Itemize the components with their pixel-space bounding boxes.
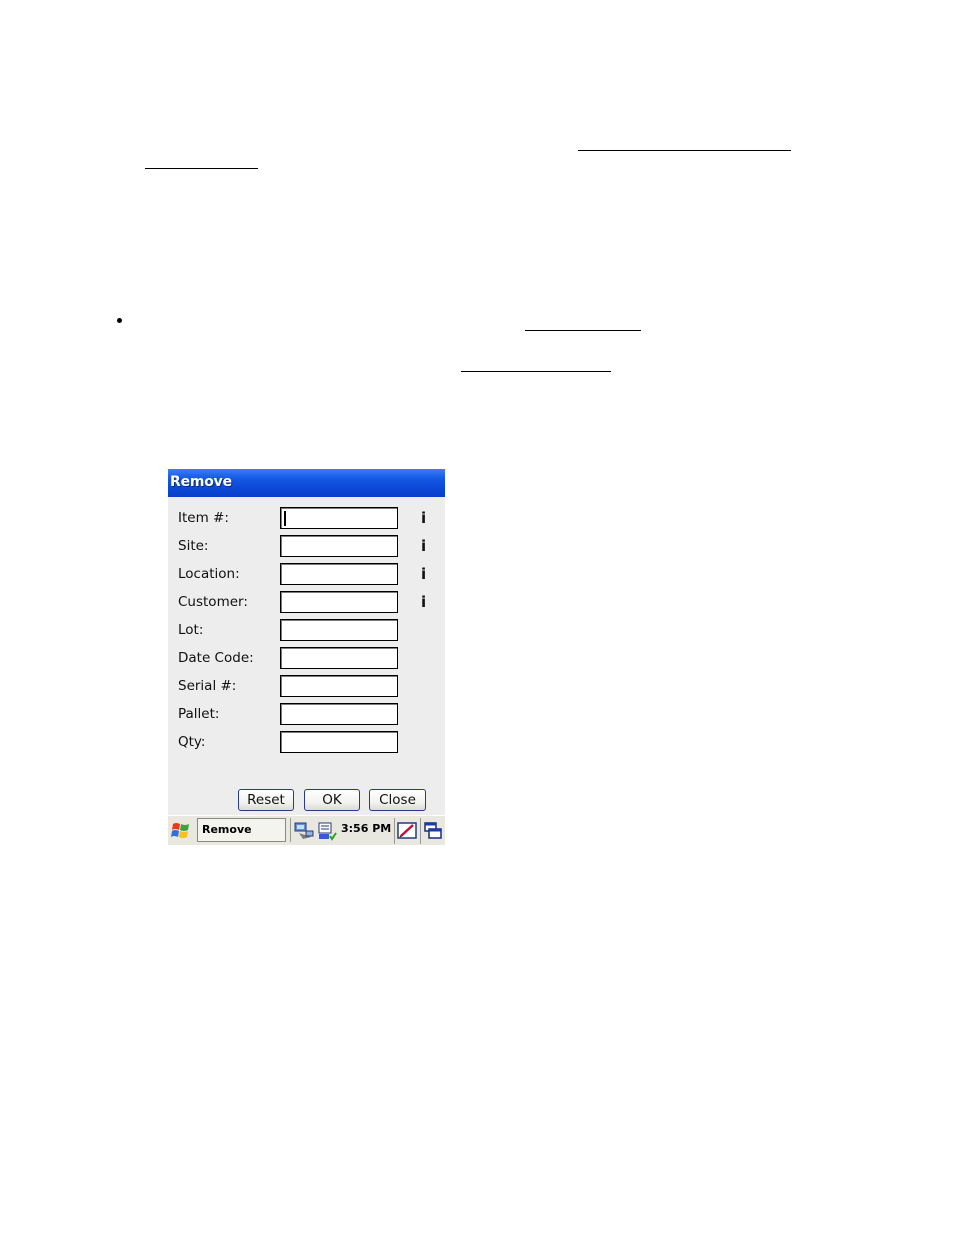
serial-input[interactable] <box>280 675 398 697</box>
pallet-input[interactable] <box>280 703 398 725</box>
link-underline[interactable] <box>578 150 791 151</box>
location-input[interactable] <box>280 563 398 585</box>
document-page: Remove Item #: i Site: i Location: i Customer:… <box>0 0 954 1235</box>
date-code-label: Date Code: <box>178 650 254 666</box>
customer-input[interactable] <box>280 591 398 613</box>
remove-form: Item #: i Site: i Location: i Customer: i Lot: Da… <box>168 497 445 815</box>
tray-divider <box>420 818 421 844</box>
lot-input[interactable] <box>280 619 398 641</box>
close-button[interactable]: Close <box>369 789 426 811</box>
title-bar: Remove <box>168 469 445 497</box>
windows-flag-icon[interactable] <box>170 820 192 842</box>
active-task-button[interactable]: Remove <box>197 818 286 842</box>
window-title: Remove <box>170 474 232 490</box>
reset-button[interactable]: Reset <box>238 789 294 811</box>
link-underline[interactable] <box>145 168 258 169</box>
show-desktop-icon[interactable] <box>423 821 443 841</box>
list-bullet <box>117 318 122 323</box>
customer-info-button[interactable]: i <box>421 593 426 611</box>
text-cursor <box>284 511 286 526</box>
input-panel-icon[interactable] <box>396 820 418 842</box>
remove-window: Remove Item #: i Site: i Location: i Customer:… <box>168 469 445 845</box>
location-label: Location: <box>178 566 240 582</box>
customer-label: Customer: <box>178 594 248 610</box>
network-icon[interactable] <box>293 821 315 841</box>
site-label: Site: <box>178 538 209 554</box>
taskbar: Remove 3:56 PM <box>168 815 445 845</box>
keyboard-icon[interactable] <box>317 821 337 841</box>
qty-input[interactable] <box>280 731 398 753</box>
tray-divider <box>394 818 395 844</box>
ok-button[interactable]: OK <box>304 789 360 811</box>
serial-label: Serial #: <box>178 678 237 694</box>
link-underline[interactable] <box>461 371 611 372</box>
link-underline[interactable] <box>525 330 641 331</box>
qty-label: Qty: <box>178 734 206 750</box>
site-input[interactable] <box>280 535 398 557</box>
location-info-button[interactable]: i <box>421 565 426 583</box>
lot-label: Lot: <box>178 622 204 638</box>
item-label: Item #: <box>178 510 229 526</box>
site-info-button[interactable]: i <box>421 537 426 555</box>
system-tray: 3:56 PM <box>290 818 395 842</box>
pallet-label: Pallet: <box>178 706 220 722</box>
item-info-button[interactable]: i <box>421 509 426 527</box>
date-code-input[interactable] <box>280 647 398 669</box>
item-input[interactable] <box>280 507 398 529</box>
clock[interactable]: 3:56 PM <box>341 822 391 835</box>
